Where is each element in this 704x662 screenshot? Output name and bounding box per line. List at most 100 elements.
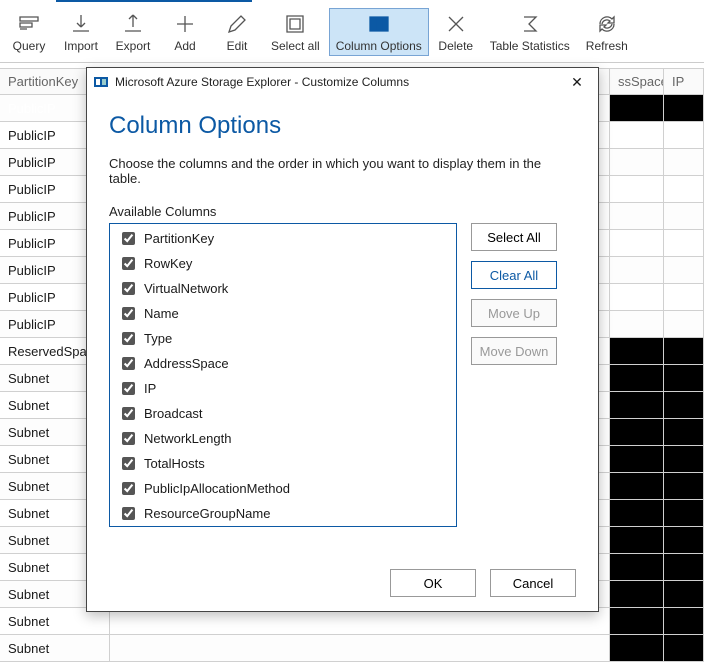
column-checkbox[interactable]	[122, 332, 135, 345]
column-name-label: Type	[144, 331, 172, 346]
column-name-label: TotalHosts	[144, 456, 205, 471]
column-options-dialog: Microsoft Azure Storage Explorer - Custo…	[86, 67, 599, 612]
move-down-button[interactable]: Move Down	[471, 337, 557, 365]
import-icon	[70, 13, 92, 35]
toolbar-label: Refresh	[586, 39, 628, 53]
cell-partitionkey: Subnet	[0, 635, 110, 662]
columnoptions-button[interactable]: Column Options	[329, 8, 429, 56]
cell-ssspace	[610, 284, 664, 311]
toolbar-label: Add	[174, 39, 195, 53]
cell-ssspace	[610, 176, 664, 203]
column-name-label: AddressSpace	[144, 356, 229, 371]
cell-ip	[664, 500, 704, 527]
cell-ip	[664, 473, 704, 500]
cell-ip	[664, 392, 704, 419]
close-icon[interactable]: ✕	[562, 74, 592, 91]
column-option-item[interactable]: RowKey	[110, 251, 456, 276]
cell-ip	[664, 257, 704, 284]
refresh-icon	[596, 13, 618, 35]
cell-ip	[664, 527, 704, 554]
column-option-item[interactable]: NetworkLength	[110, 426, 456, 451]
column-option-item[interactable]: TotalHosts	[110, 451, 456, 476]
cell-ip	[664, 338, 704, 365]
column-checkbox[interactable]	[122, 457, 135, 470]
selectall-button[interactable]: Select all	[264, 8, 327, 56]
column-checkbox[interactable]	[122, 482, 135, 495]
toolbar-label: Table Statistics	[490, 39, 570, 53]
cell-ip	[664, 149, 704, 176]
cell-ip	[664, 554, 704, 581]
column-header-ip[interactable]: IP	[664, 68, 704, 95]
column-checkbox[interactable]	[122, 432, 135, 445]
column-option-item[interactable]: Name	[110, 301, 456, 326]
delete-button[interactable]: Delete	[431, 8, 481, 56]
cell-ssspace	[610, 338, 664, 365]
column-option-item[interactable]: Timestamp	[110, 526, 456, 527]
column-option-item[interactable]: Broadcast	[110, 401, 456, 426]
cell-ip	[664, 419, 704, 446]
column-name-label: IP	[144, 381, 156, 396]
cell-ssspace	[610, 365, 664, 392]
column-checkbox[interactable]	[122, 507, 135, 520]
move-up-button[interactable]: Move Up	[471, 299, 557, 327]
column-option-item[interactable]: PublicIpAllocationMethod	[110, 476, 456, 501]
cell-ssspace	[610, 203, 664, 230]
table-row[interactable]: Subnet	[0, 608, 704, 635]
cell-ssspace	[610, 527, 664, 554]
column-option-item[interactable]: AddressSpace	[110, 351, 456, 376]
column-checkbox[interactable]	[122, 282, 135, 295]
select-all-button[interactable]: Select All	[471, 223, 557, 251]
column-name-label: VirtualNetwork	[144, 281, 228, 296]
export-button[interactable]: Export	[108, 8, 158, 56]
import-button[interactable]: Import	[56, 8, 106, 56]
cell-ssspace	[610, 500, 664, 527]
toolbar-label: Export	[116, 39, 151, 53]
table-row[interactable]: Subnet	[0, 635, 704, 662]
sigma-icon	[519, 13, 541, 35]
column-checkbox[interactable]	[122, 407, 135, 420]
edit-button[interactable]: Edit	[212, 8, 262, 56]
ok-button[interactable]: OK	[390, 569, 476, 597]
cell-spacer	[110, 635, 610, 662]
column-option-item[interactable]: IP	[110, 376, 456, 401]
main-toolbar: QueryImport Export Add Edit Select all Column…	[0, 2, 704, 63]
refresh-button[interactable]: Refresh	[579, 8, 635, 56]
column-checkbox[interactable]	[122, 232, 135, 245]
cancel-button[interactable]: Cancel	[490, 569, 576, 597]
column-name-label: Name	[144, 306, 179, 321]
column-option-item[interactable]: PartitionKey	[110, 226, 456, 251]
cell-ip	[664, 581, 704, 608]
query-icon	[18, 13, 40, 35]
column-option-item[interactable]: VirtualNetwork	[110, 276, 456, 301]
toolbar-label: Select all	[271, 39, 320, 53]
dialog-titlebar[interactable]: Microsoft Azure Storage Explorer - Custo…	[87, 68, 598, 96]
cell-ip	[664, 95, 704, 122]
selectall-icon	[284, 13, 306, 35]
add-button[interactable]: Add	[160, 8, 210, 56]
cell-ip	[664, 365, 704, 392]
cell-ssspace	[610, 581, 664, 608]
cell-ssspace	[610, 311, 664, 338]
cell-ssspace	[610, 446, 664, 473]
clear-all-button[interactable]: Clear All	[471, 261, 557, 289]
cell-ssspace	[610, 149, 664, 176]
column-checkbox[interactable]	[122, 257, 135, 270]
available-columns-listbox[interactable]: PartitionKeyRowKey VirtualNetwork Name Type…	[109, 223, 457, 527]
column-name-label: ResourceGroupName	[144, 506, 270, 521]
export-icon	[122, 13, 144, 35]
query-button[interactable]: Query	[4, 8, 54, 56]
cell-ssspace	[610, 392, 664, 419]
column-name-label: Broadcast	[144, 406, 203, 421]
cell-ssspace	[610, 257, 664, 284]
column-header-ssspace[interactable]: ssSpace	[610, 68, 664, 95]
cell-ssspace	[610, 230, 664, 257]
column-option-item[interactable]: ResourceGroupName	[110, 501, 456, 526]
tablestats-button[interactable]: Table Statistics	[483, 8, 577, 56]
column-checkbox[interactable]	[122, 307, 135, 320]
cell-ssspace	[610, 95, 664, 122]
column-option-item[interactable]: Type	[110, 326, 456, 351]
cell-spacer	[110, 608, 610, 635]
column-checkbox[interactable]	[122, 382, 135, 395]
column-checkbox[interactable]	[122, 357, 135, 370]
toolbar-label: Edit	[227, 39, 248, 53]
